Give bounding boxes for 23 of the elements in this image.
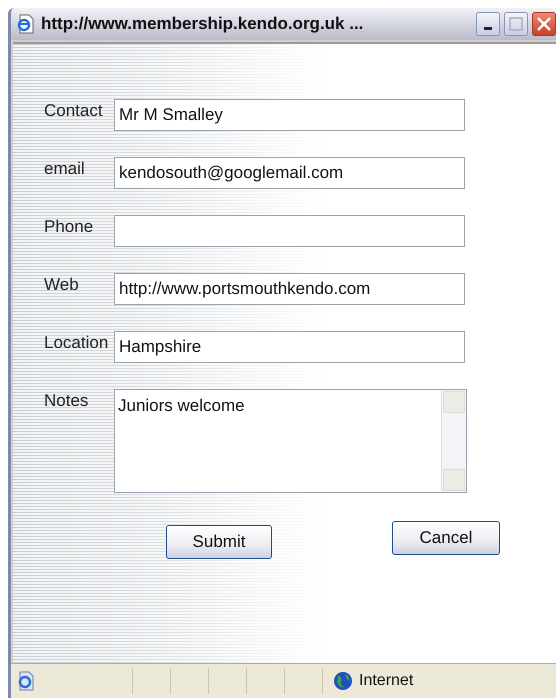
minimize-button[interactable]	[476, 12, 500, 36]
text-field[interactable]: Hampshire	[114, 331, 465, 363]
field-label: email	[43, 158, 86, 180]
minimize-icon	[484, 26, 492, 30]
field-label: Location	[43, 332, 110, 354]
close-icon	[536, 16, 552, 32]
close-button[interactable]	[532, 12, 556, 36]
scrollbar[interactable]	[441, 390, 466, 492]
text-field[interactable]: kendosouth@googlemail.com	[114, 157, 465, 189]
cancel-button[interactable]: Cancel	[392, 521, 500, 555]
text-field[interactable]: http://www.portsmouthkendo.com	[114, 273, 465, 305]
field-label: Web	[43, 274, 80, 296]
notes-field[interactable]: Juniors welcome	[114, 389, 467, 493]
text-field[interactable]	[114, 215, 465, 247]
maximize-icon	[509, 17, 523, 31]
globe-icon	[333, 671, 353, 691]
text-field[interactable]: Mr M Smalley	[114, 99, 465, 131]
field-label: Contact	[43, 100, 104, 122]
window-title: http://www.membership.kendo.org.uk ...	[41, 14, 364, 34]
field-label: Notes	[43, 390, 90, 412]
submit-button[interactable]: Submit	[166, 525, 272, 559]
zone-label: Internet	[359, 672, 414, 690]
field-label: Phone	[43, 216, 94, 238]
